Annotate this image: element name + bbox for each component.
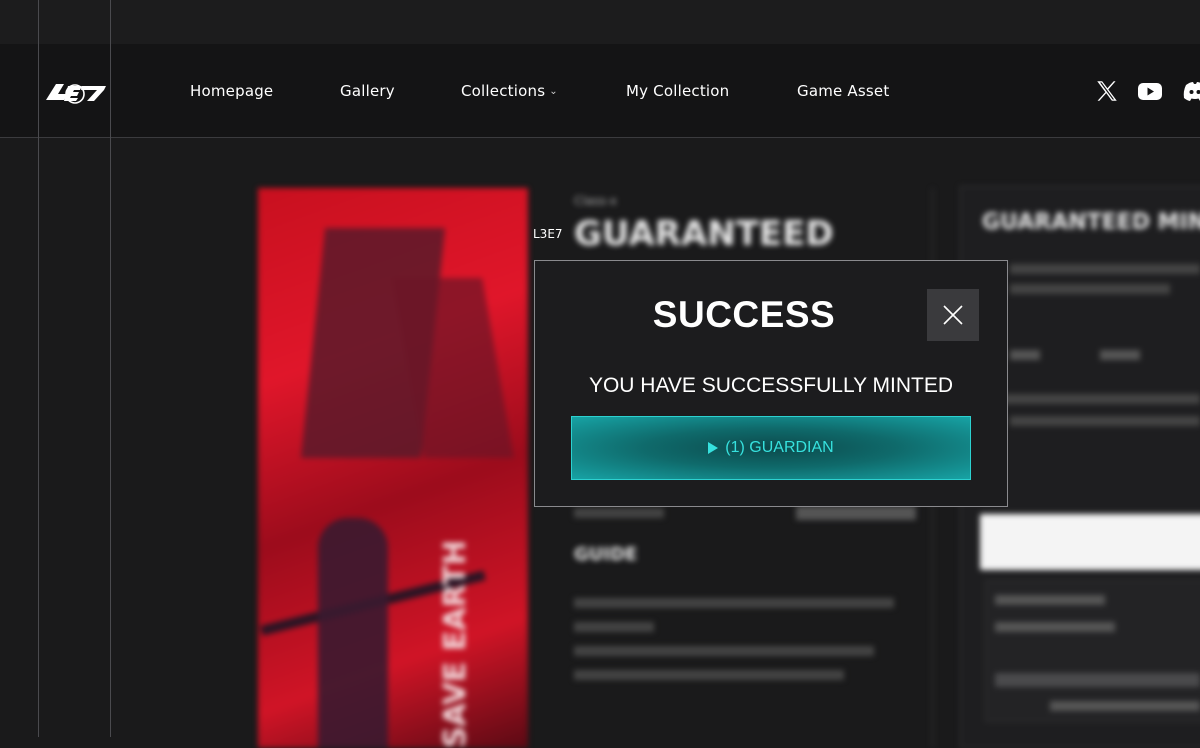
guide-line-left	[38, 0, 39, 737]
mint-panel-title: GUARANTEED MINT	[982, 210, 1200, 235]
x-icon[interactable]	[1094, 78, 1120, 104]
success-modal: SUCCESS YOU HAVE SUCCESSFULLY MINTED (1)…	[534, 260, 1008, 507]
play-icon	[708, 442, 718, 454]
details-title: GUARANTEED	[574, 214, 834, 254]
close-button[interactable]	[927, 289, 979, 341]
modal-title: SUCCESS	[535, 294, 953, 336]
modal-brand-label: L3E7	[533, 227, 563, 241]
mint-description-line	[1010, 264, 1200, 274]
eligibility-line	[995, 394, 1200, 404]
progress-caption	[1050, 701, 1200, 711]
chevron-down-icon: ⌄	[549, 86, 558, 97]
mint-progress-label	[995, 595, 1105, 605]
progress-bar	[995, 673, 1200, 687]
mint-stat-value	[1100, 350, 1140, 360]
minted-item-label: (1) GUARDIAN	[725, 439, 833, 457]
price-label	[574, 508, 664, 518]
minted-count-label	[995, 622, 1115, 632]
nav-my-collection[interactable]: My Collection	[626, 80, 729, 102]
guide-line	[574, 670, 844, 680]
price-value	[796, 506, 916, 520]
collection-poster: SAVE EARTH	[258, 188, 528, 748]
nav-collections[interactable]: Collections ⌄	[461, 80, 558, 102]
discord-icon[interactable]	[1182, 78, 1200, 104]
nav-homepage[interactable]: Homepage	[190, 80, 273, 102]
guide-line	[574, 622, 654, 632]
details-kicker: Class-x	[574, 194, 617, 208]
guide-line	[574, 598, 894, 608]
guide-line-right	[110, 0, 111, 737]
mint-description-line	[1010, 284, 1170, 294]
nav-collections-label: Collections	[461, 82, 545, 100]
nav-gallery[interactable]: Gallery	[340, 80, 395, 102]
eligibility-line	[1010, 416, 1200, 426]
mint-stat-value	[1010, 350, 1040, 360]
l3e7-logo[interactable]	[42, 80, 110, 104]
poster-text: SAVE EARTH	[438, 540, 473, 748]
guide-line	[574, 646, 874, 656]
mint-button-blurred	[980, 514, 1200, 570]
guide-heading: GUIDE	[574, 544, 637, 565]
poster-figure	[318, 518, 388, 748]
nav-game-asset[interactable]: Game Asset	[797, 80, 889, 102]
top-strip	[0, 0, 1200, 45]
close-icon	[942, 304, 964, 326]
navigation-bar	[0, 44, 1200, 138]
modal-message: YOU HAVE SUCCESSFULLY MINTED	[535, 374, 1007, 398]
minted-item-button[interactable]: (1) GUARDIAN	[571, 416, 971, 480]
youtube-icon[interactable]	[1137, 78, 1163, 104]
